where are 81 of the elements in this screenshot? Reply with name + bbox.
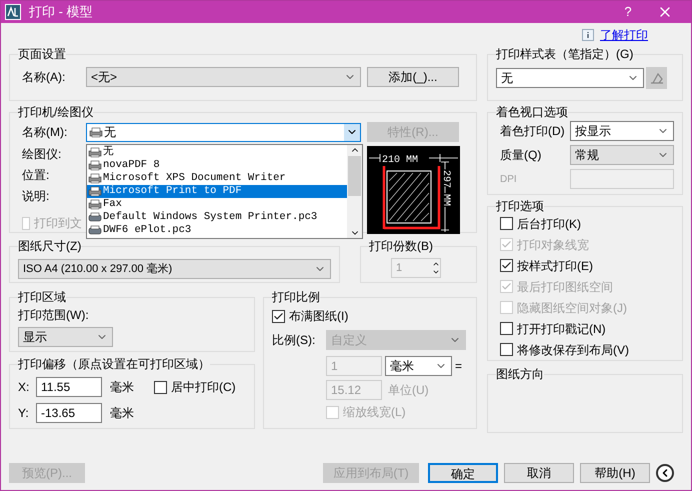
unit-label: 单位(U) — [388, 382, 429, 399]
spin-down-icon — [432, 268, 440, 276]
unit-label: 毫米 — [110, 379, 135, 396]
checkbox-label: 隐藏图纸空间对象(J) — [517, 300, 627, 316]
checkbox-label: 打印到文 — [34, 215, 82, 232]
field-label: 名称(A): — [21, 69, 66, 86]
field-label: 名称(M): — [21, 124, 68, 141]
group-title: 图纸方向 — [496, 366, 544, 383]
field-label: 打印范围(W): — [18, 307, 90, 324]
field-label: 说明: — [22, 188, 50, 205]
group-title: 着色视口选项 — [496, 104, 568, 121]
checkbox[interactable] — [272, 310, 285, 322]
printer-icon — [89, 126, 103, 138]
dialog-button[interactable]: 取消 — [504, 463, 574, 483]
paper-size-select[interactable]: ISO A4 (210.00 x 297.00 毫米) — [18, 259, 331, 279]
spin-up-icon — [432, 260, 440, 268]
printer-option[interactable]: Default Windows System Printer.pc3 — [87, 211, 347, 224]
checkbox-label: 打印对象线宽 — [517, 236, 589, 254]
select-value: 无 — [104, 124, 116, 141]
width-label: 210 MM — [382, 155, 418, 166]
field-label: 绘图仪: — [22, 146, 62, 163]
collapse-button[interactable] — [656, 464, 674, 482]
input-field[interactable] — [570, 169, 674, 189]
field-label: DPI — [500, 172, 518, 186]
printer-option[interactable]: Microsoft Print to PDF — [87, 185, 347, 198]
checkbox-label: 缩放线宽(L) — [343, 404, 406, 421]
group-title: 打印机/绘图仪 — [18, 104, 94, 121]
printer-select[interactable]: 无 — [86, 122, 361, 142]
app-icon — [5, 4, 21, 20]
quality-select[interactable]: 常规 — [570, 145, 674, 165]
checkbox[interactable] — [500, 343, 513, 356]
edit-button[interactable] — [646, 67, 667, 89]
group-title: 打印比例 — [272, 289, 320, 306]
checkbox-label: 居中打印(C) — [171, 379, 236, 396]
group-title: 打印份数(B) — [369, 238, 433, 255]
group-title: 图纸尺寸(Z) — [18, 238, 82, 255]
info-icon — [582, 29, 594, 41]
field-label: 位置: — [22, 167, 50, 184]
checkbox-label: 布满图纸(I) — [289, 308, 348, 325]
checkbox[interactable] — [154, 380, 167, 394]
checkbox[interactable] — [500, 217, 513, 230]
input-field[interactable]: -13.65 — [36, 403, 102, 423]
printer-option[interactable]: Microsoft XPS Document Writer — [87, 172, 347, 185]
field-label: 质量(Q) — [500, 147, 542, 164]
group-title: 打印选项 — [496, 198, 544, 215]
plot-style-select[interactable]: 无 — [496, 68, 644, 88]
checkbox-label: 打开打印戳记(N) — [517, 320, 606, 338]
page-setup-select[interactable]: <无> — [86, 67, 361, 87]
equals-sign: = — [455, 358, 462, 375]
printer-option[interactable]: novaPDF 8 — [87, 159, 347, 172]
dialog-button[interactable]: 帮助(H) — [580, 463, 650, 483]
group-title: 打印区域 — [18, 289, 66, 306]
checkbox[interactable] — [500, 322, 513, 335]
add-button[interactable]: 添加(_)... — [367, 67, 459, 87]
checkbox-label: 最后打印图纸空间 — [517, 278, 613, 296]
input-field[interactable]: 11.55 — [36, 377, 102, 397]
checkbox-label: 将修改保存到布局(V) — [517, 342, 629, 358]
printer-option[interactable]: DWF6 ePlot.pc3 — [87, 224, 347, 237]
group-title: 页面设置 — [18, 46, 66, 63]
printer-option[interactable]: 无 — [87, 146, 347, 159]
group-title: 打印样式表（笔指定）(G) — [496, 46, 634, 63]
scrollbar-thumb[interactable] — [348, 156, 361, 196]
dialog-button[interactable]: 确定 — [428, 463, 498, 483]
field-label: 比例(S): — [272, 332, 316, 349]
shade-select[interactable]: 按显示 — [570, 121, 674, 141]
group-title: 打印偏移（原点设置在可打印区域） — [18, 356, 210, 373]
help-button[interactable]: ? — [613, 2, 643, 22]
pen-icon — [650, 72, 664, 84]
window-title: 打印 - 模型 — [29, 3, 93, 22]
field-label: Y: — [18, 405, 30, 422]
checkbox-label: 按样式打印(E) — [517, 258, 593, 274]
scrollbar[interactable] — [347, 145, 362, 238]
checkbox-label: 后台打印(K) — [517, 216, 581, 232]
field-label: X: — [18, 379, 30, 396]
printer-option[interactable]: Fax — [87, 198, 347, 211]
learn-link[interactable]: 了解打印 — [600, 26, 648, 44]
checkbox[interactable] — [500, 259, 513, 272]
plot-range-select[interactable]: 显示 — [18, 327, 113, 347]
unit-select[interactable]: 毫米 — [385, 356, 452, 376]
field-label: 着色打印(D) — [500, 123, 566, 140]
unit-label: 毫米 — [110, 405, 134, 422]
